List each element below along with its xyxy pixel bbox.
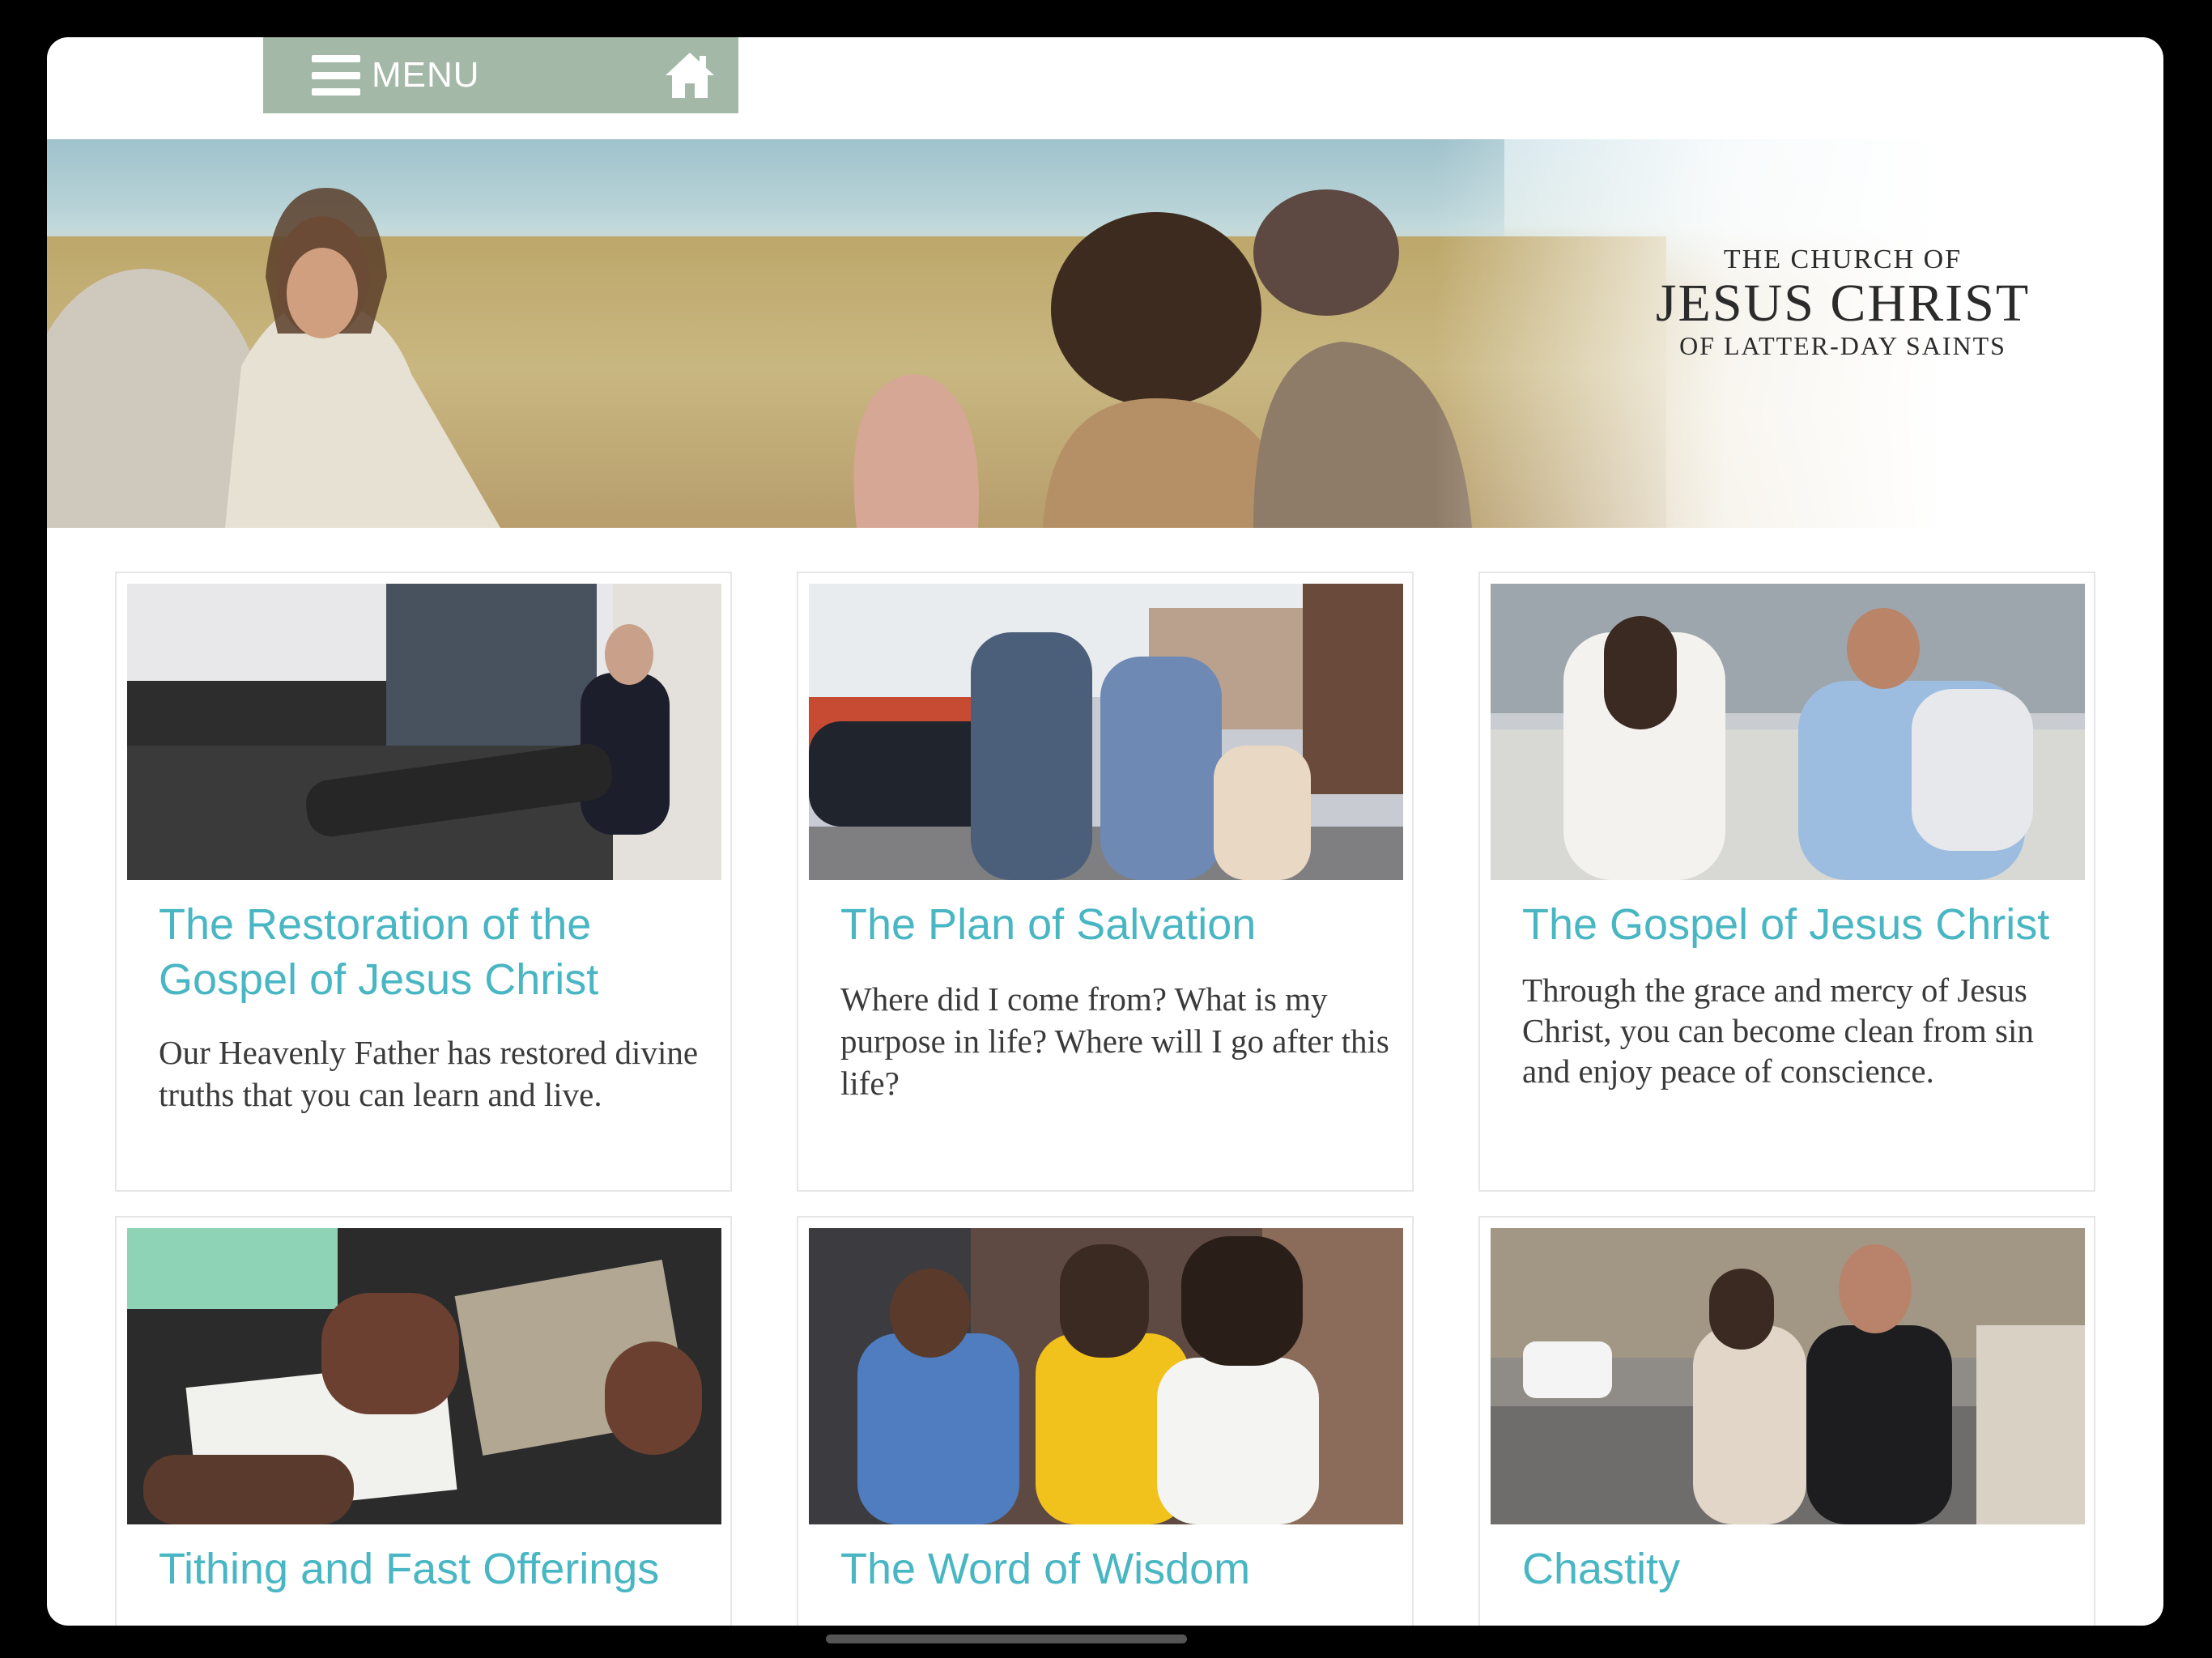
card-description: Where did I come from? What is my purpos… [840,980,1389,1102]
topic-card-restoration[interactable]: The Restoration of the Gospel of Jesus C… [115,572,732,1192]
church-logo: THE CHURCH OF JESUS CHRIST OF LATTER-DAY… [1624,244,2061,361]
home-icon[interactable] [662,48,717,103]
card-image [1491,584,2085,880]
card-description: Through the grace and mercy of Jesus Chr… [1522,971,2034,1090]
card-image [1491,1228,2085,1524]
hero-figures-image [47,188,1472,528]
card-title: The Word of Wisdom [840,1545,1251,1593]
home-indicator[interactable] [826,1635,1187,1643]
card-title: The Restoration of the Gospel of Jesus C… [159,900,599,1004]
menu-bar: MENU [263,37,738,113]
card-title: The Gospel of Jesus Christ [1522,900,2050,949]
topic-card-chastity[interactable]: Chastity [1478,1216,2095,1626]
topic-card-word-of-wisdom[interactable]: The Word of Wisdom [797,1216,1414,1626]
hero-banner: THE CHURCH OF JESUS CHRIST OF LATTER-DAY… [47,139,2163,528]
topic-card-plan-of-salvation[interactable]: The Plan of Salvation Where did I come f… [797,572,1414,1192]
card-title: Tithing and Fast Offerings [159,1545,660,1593]
logo-line-1: THE CHURCH OF [1723,244,1963,274]
card-title: Chastity [1522,1545,1681,1593]
hamburger-icon[interactable] [312,55,360,96]
card-description: Our Heavenly Father has restored divine … [159,1034,699,1113]
app-screen: MENU THE CHURCH OF JESUS CHRIST OF LATTE… [47,37,2163,1626]
logo-line-2: JESUS CHRIST [1655,274,2031,333]
card-image [127,584,721,880]
logo-line-3: OF LATTER-DAY SAINTS [1679,331,2006,361]
topic-card-gospel-of-jesus-christ[interactable]: The Gospel of Jesus Christ Through the g… [1478,572,2095,1192]
card-image [809,1228,1403,1524]
card-image [127,1228,721,1524]
topic-card-tithing[interactable]: Tithing and Fast Offerings [115,1216,732,1626]
menu-button[interactable]: MENU [372,55,480,96]
card-title: The Plan of Salvation [840,900,1257,949]
card-image [809,584,1403,880]
